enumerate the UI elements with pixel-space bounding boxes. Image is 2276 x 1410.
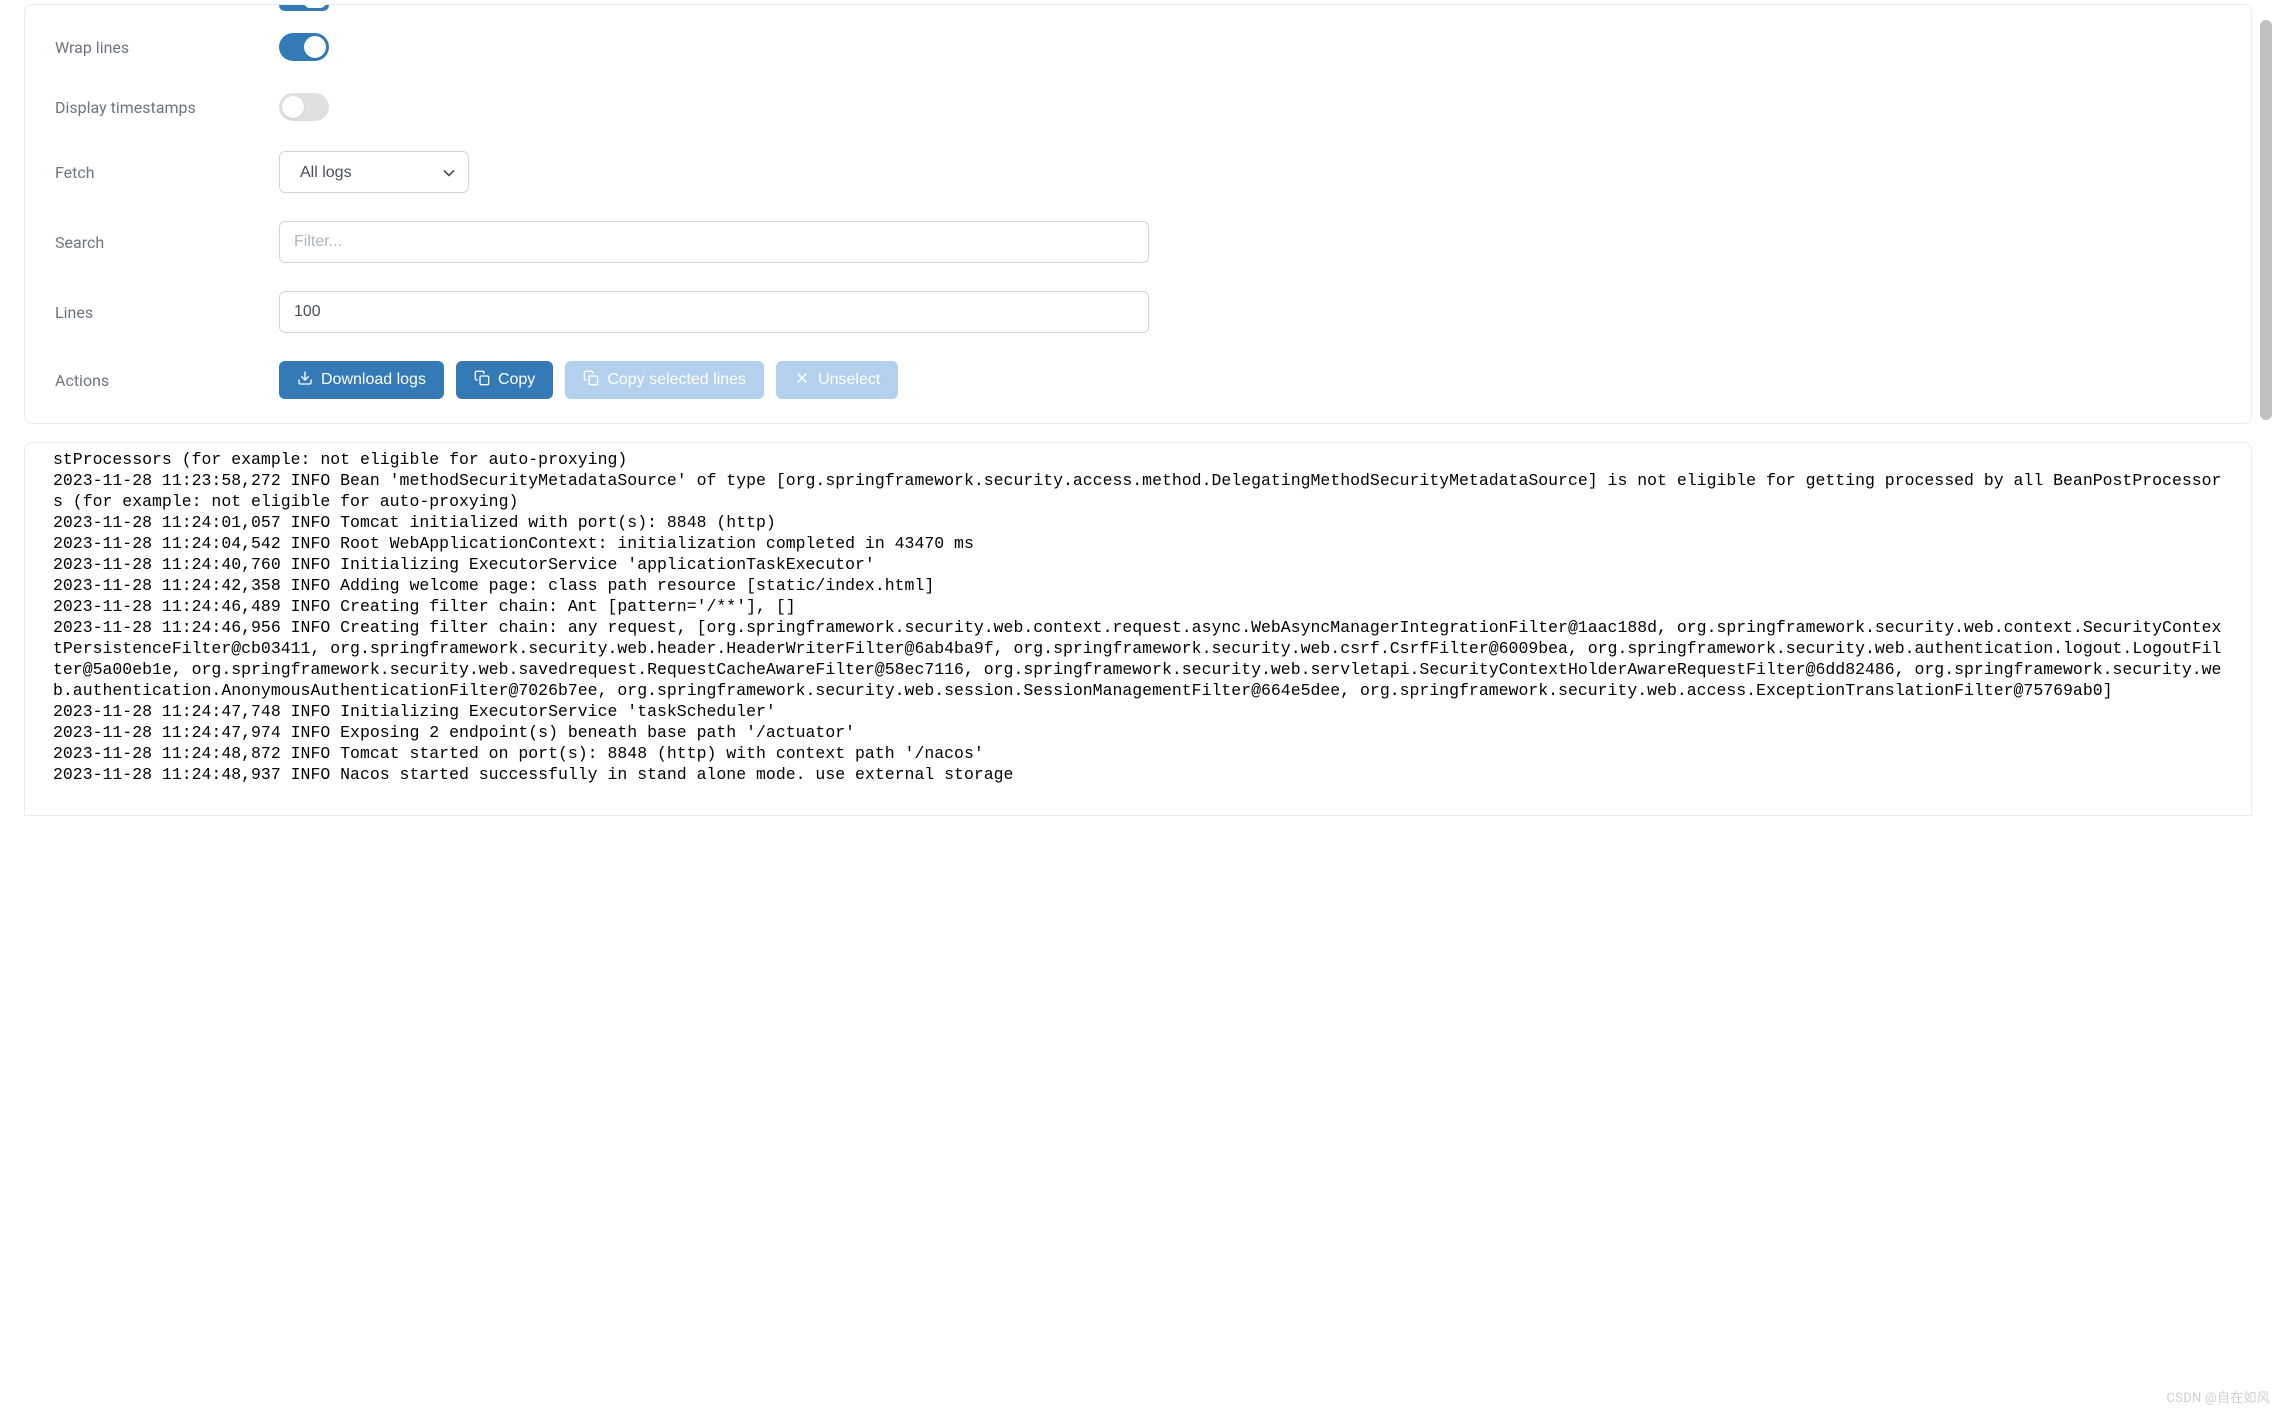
close-icon	[794, 370, 810, 391]
log-output[interactable]: stProcessors (for example: not eligible …	[25, 445, 2251, 785]
copy-selected-button[interactable]: Copy selected lines	[565, 361, 764, 399]
copy-label: Copy	[498, 371, 535, 389]
display-timestamps-toggle[interactable]	[279, 93, 329, 121]
unselect-label: Unselect	[818, 371, 880, 389]
lines-input[interactable]	[279, 291, 1149, 333]
search-input[interactable]	[279, 221, 1149, 263]
copy-button[interactable]: Copy	[456, 361, 553, 399]
download-logs-label: Download logs	[321, 371, 426, 389]
copy-icon	[474, 370, 490, 391]
search-label: Search	[55, 233, 279, 252]
page: Wrap lines Display timestamps Fetch All …	[0, 4, 2276, 816]
log-settings-panel: Wrap lines Display timestamps Fetch All …	[24, 4, 2252, 424]
wrap-lines-toggle[interactable]	[279, 33, 329, 61]
download-logs-button[interactable]: Download logs	[279, 361, 444, 399]
fetch-row: Fetch All logs	[25, 137, 2251, 207]
display-timestamps-row: Display timestamps	[25, 77, 2251, 137]
search-row: Search	[25, 207, 2251, 277]
partial-toggle-top	[279, 5, 329, 11]
actions-label: Actions	[55, 371, 279, 390]
display-timestamps-label: Display timestamps	[55, 98, 279, 117]
fetch-label: Fetch	[55, 163, 279, 182]
wrap-lines-label: Wrap lines	[55, 38, 279, 57]
wrap-lines-row: Wrap lines	[25, 17, 2251, 77]
copy-selected-icon	[583, 370, 599, 391]
lines-label: Lines	[55, 303, 279, 322]
unselect-button[interactable]: Unselect	[776, 361, 898, 399]
lines-row: Lines	[25, 277, 2251, 347]
fetch-select-wrapper: All logs	[279, 151, 469, 193]
copy-selected-label: Copy selected lines	[607, 371, 746, 389]
scrollbar-thumb[interactable]	[2260, 20, 2272, 420]
log-output-panel: stProcessors (for example: not eligible …	[24, 442, 2252, 816]
download-icon	[297, 370, 313, 391]
watermark: CSDN @自在如风	[2167, 1387, 2270, 1406]
fetch-select[interactable]: All logs	[279, 151, 469, 193]
actions-row: Actions Download logs Copy	[25, 347, 2251, 413]
